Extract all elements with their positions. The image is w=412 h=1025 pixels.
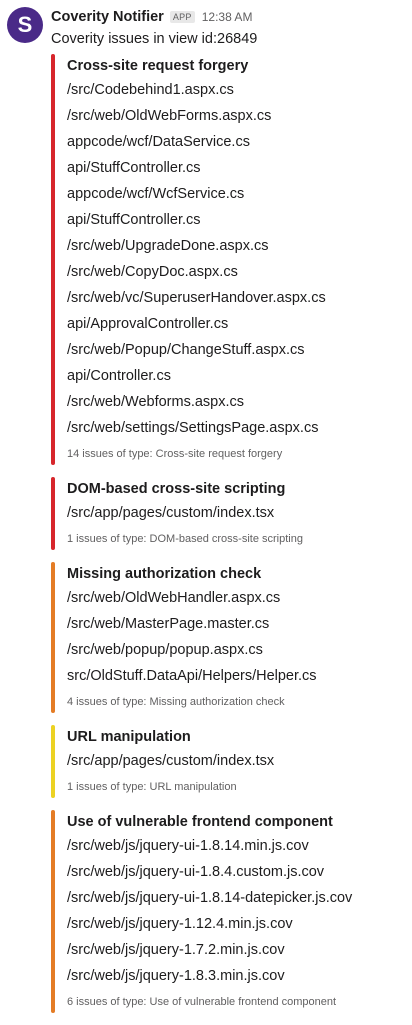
issue-type-title: URL manipulation xyxy=(67,729,191,745)
attachment-color-bar xyxy=(51,810,55,1013)
timestamp[interactable]: 12:38 AM xyxy=(202,10,253,24)
issue-attachment: Use of vulnerable frontend component/src… xyxy=(51,810,406,1013)
file-path: src/OldStuff.DataApi/Helpers/Helper.cs xyxy=(67,668,317,684)
issue-type-title: Missing authorization check xyxy=(67,566,262,582)
file-path: /src/web/MasterPage.master.cs xyxy=(67,616,270,632)
file-path: appcode/wcf/DataService.cs xyxy=(67,134,250,150)
file-path: /src/web/js/jquery-ui-1.8.14-datepicker.… xyxy=(67,890,353,906)
attachment-color-bar xyxy=(51,562,55,713)
file-path: /src/web/Popup/ChangeStuff.aspx.cs xyxy=(67,342,305,358)
issue-attachment: Cross-site request forgery/src/Codebehin… xyxy=(51,54,406,465)
file-path: api/Controller.cs xyxy=(67,368,171,384)
issue-count-footer: 1 issues of type: DOM-based cross-site s… xyxy=(67,533,303,545)
file-path: /src/web/popup/popup.aspx.cs xyxy=(67,642,263,658)
file-path: /src/web/Webforms.aspx.cs xyxy=(67,394,245,410)
file-path: /src/app/pages/custom/index.tsx xyxy=(67,505,275,521)
file-path: /src/web/js/jquery-ui-1.8.4.custom.js.co… xyxy=(67,864,325,880)
message-header: Coverity Notifier APP 12:38 AM xyxy=(51,9,252,25)
app-badge: APP xyxy=(169,11,195,23)
file-path: /src/web/js/jquery-1.12.4.min.js.cov xyxy=(67,916,293,932)
file-path: /src/web/js/jquery-ui-1.8.14.min.js.cov xyxy=(67,838,309,854)
file-path: api/StuffController.cs xyxy=(67,160,201,176)
file-path: /src/app/pages/custom/index.tsx xyxy=(67,753,275,769)
attachment-color-bar xyxy=(51,725,55,798)
attachments-list: Cross-site request forgery/src/Codebehin… xyxy=(51,54,406,1025)
bot-avatar[interactable]: S xyxy=(7,7,43,43)
sender-name[interactable]: Coverity Notifier xyxy=(51,9,164,25)
file-path: /src/web/UpgradeDone.aspx.cs xyxy=(67,238,269,254)
issue-count-footer: 14 issues of type: Cross-site request fo… xyxy=(67,448,283,460)
file-path: /src/web/settings/SettingsPage.aspx.cs xyxy=(67,420,319,436)
issue-count-footer: 1 issues of type: URL manipulation xyxy=(67,781,237,793)
file-path: /src/web/vc/SuperuserHandover.aspx.cs xyxy=(67,290,326,306)
file-path: api/ApprovalController.cs xyxy=(67,316,229,332)
file-path: /src/web/OldWebHandler.aspx.cs xyxy=(67,590,281,606)
attachment-color-bar xyxy=(51,477,55,550)
issue-attachment: DOM-based cross-site scripting/src/app/p… xyxy=(51,477,406,550)
file-path: appcode/wcf/WcfService.cs xyxy=(67,186,245,202)
file-path: api/StuffController.cs xyxy=(67,212,201,228)
attachment-color-bar xyxy=(51,54,55,465)
issue-count-footer: 4 issues of type: Missing authorization … xyxy=(67,696,285,708)
issue-type-title: Cross-site request forgery xyxy=(67,58,249,74)
message-text: Coverity issues in view id:26849 xyxy=(51,31,258,47)
file-path: /src/Codebehind1.aspx.cs xyxy=(67,82,234,98)
file-path: /src/web/OldWebForms.aspx.cs xyxy=(67,108,272,124)
issue-attachment: Missing authorization check/src/web/OldW… xyxy=(51,562,406,713)
file-path: /src/web/js/jquery-1.8.3.min.js.cov xyxy=(67,968,285,984)
issue-count-footer: 6 issues of type: Use of vulnerable fron… xyxy=(67,996,337,1008)
issue-type-title: DOM-based cross-site scripting xyxy=(67,481,286,497)
issue-attachment: URL manipulation/src/app/pages/custom/in… xyxy=(51,725,406,798)
file-path: /src/web/js/jquery-1.7.2.min.js.cov xyxy=(67,942,285,958)
issue-type-title: Use of vulnerable frontend component xyxy=(67,814,333,830)
file-path: /src/web/CopyDoc.aspx.cs xyxy=(67,264,238,280)
